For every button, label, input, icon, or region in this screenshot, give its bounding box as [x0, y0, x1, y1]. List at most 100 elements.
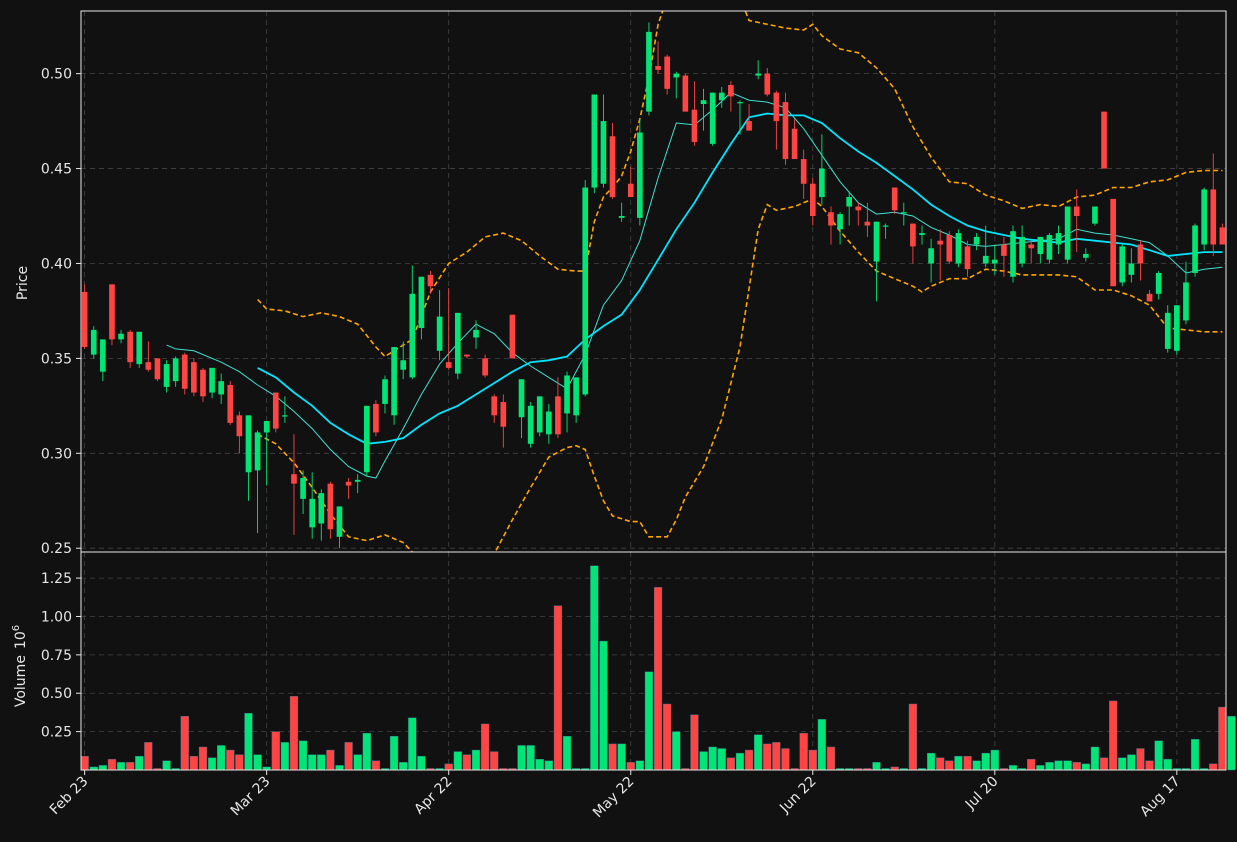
volume-bar: [1008, 765, 1018, 771]
volume-bar: [226, 749, 235, 771]
price-tick-label: 0.50: [41, 67, 72, 83]
volume-bar: [253, 754, 262, 771]
candle-body: [491, 396, 498, 416]
candle-body: [564, 375, 570, 414]
candle-body: [464, 354, 470, 357]
volume-bar: [417, 755, 426, 771]
candle-body: [618, 216, 625, 218]
candle-body: [427, 274, 434, 287]
candle-body: [363, 405, 370, 473]
volume-bar: [945, 760, 954, 771]
candle-body: [536, 396, 543, 433]
candle-body: [200, 369, 206, 397]
candle-body: [118, 333, 124, 340]
volume-bar: [1136, 748, 1145, 771]
volume-bar: [599, 640, 608, 771]
volume-bar: [1163, 759, 1172, 771]
volume-bar: [744, 749, 754, 771]
volume-axis-label: Volume 106: [11, 625, 29, 707]
candle-body: [910, 223, 916, 247]
candle-body: [1019, 236, 1025, 264]
candle-body: [855, 206, 862, 211]
candle-body: [1192, 225, 1198, 273]
volume-bar: [735, 752, 745, 771]
volume-bar: [271, 731, 280, 771]
candle-body: [382, 379, 388, 404]
volume-bar: [963, 755, 972, 771]
volume-bar: [553, 605, 563, 771]
volume-bar: [1118, 757, 1127, 771]
candle-body: [245, 415, 252, 473]
candle-body: [482, 358, 488, 376]
volume-bar: [708, 746, 717, 771]
candle-body: [1219, 227, 1226, 245]
candle-body: [700, 100, 707, 105]
candle-body: [109, 284, 115, 340]
price-tick-label: 0.35: [41, 351, 72, 367]
volume-bar: [1190, 739, 1200, 771]
volume-bar: [1209, 763, 1218, 771]
candle-body: [764, 73, 771, 95]
volume-bar: [717, 748, 726, 771]
volume-bar: [690, 714, 699, 771]
candle-body: [154, 358, 161, 380]
candle-body: [609, 136, 616, 198]
candle-body: [1010, 231, 1016, 277]
candle-body: [90, 329, 97, 355]
volume-bar: [608, 743, 617, 771]
candle-body: [846, 197, 853, 207]
candle-body: [1119, 246, 1126, 283]
volume-bar: [535, 759, 544, 771]
candle-body: [591, 94, 598, 188]
volume-bar: [335, 765, 344, 771]
candle-body: [919, 233, 925, 235]
candle-body: [891, 187, 898, 211]
volume-bar: [653, 587, 663, 771]
candle-body: [791, 128, 798, 160]
candle-body: [873, 221, 880, 262]
candle-body: [682, 75, 689, 112]
candle-body: [236, 415, 243, 437]
volume-bar: [626, 762, 635, 771]
candle-body: [1128, 263, 1135, 275]
volume-bar: [972, 760, 981, 771]
candle-body: [1037, 236, 1044, 254]
candle-body: [373, 403, 379, 433]
volume-bar: [1072, 762, 1081, 771]
candle-body: [327, 483, 334, 530]
volume-bar: [162, 760, 171, 771]
candle-body: [263, 421, 270, 433]
volume-bar: [244, 712, 253, 771]
volume-bar: [663, 703, 672, 771]
candle-body: [100, 339, 106, 372]
volume-axis-label-text: Volume: [13, 655, 29, 707]
candle-body: [819, 168, 825, 198]
candle-body: [982, 255, 989, 264]
candle-body: [345, 481, 352, 486]
candle-body: [646, 31, 652, 112]
volume-bar: [298, 740, 308, 771]
candle-body: [582, 187, 589, 395]
candle-body: [718, 92, 725, 101]
volume-bar: [317, 754, 326, 771]
volume-bar: [217, 745, 226, 771]
volume-bar: [1218, 706, 1227, 771]
volume-tick-label: 0.50: [41, 686, 72, 702]
price-tick-label: 0.40: [41, 256, 72, 272]
volume-bar: [362, 732, 371, 771]
volume-bar: [144, 742, 153, 771]
candle-body: [500, 402, 507, 427]
volume-bar: [826, 746, 836, 771]
volume-bar: [526, 745, 535, 771]
volume-bar: [872, 762, 881, 771]
chart-background: [0, 0, 1237, 842]
candle-body: [1101, 111, 1107, 169]
volume-bar: [289, 696, 299, 771]
volume-bar: [1027, 759, 1036, 771]
candle-body: [800, 159, 807, 184]
volume-bar: [98, 765, 107, 771]
candle-body: [573, 377, 579, 416]
volume-tick-label: 1.00: [41, 609, 72, 625]
volume-bar: [135, 755, 144, 771]
candle-body: [436, 316, 443, 351]
